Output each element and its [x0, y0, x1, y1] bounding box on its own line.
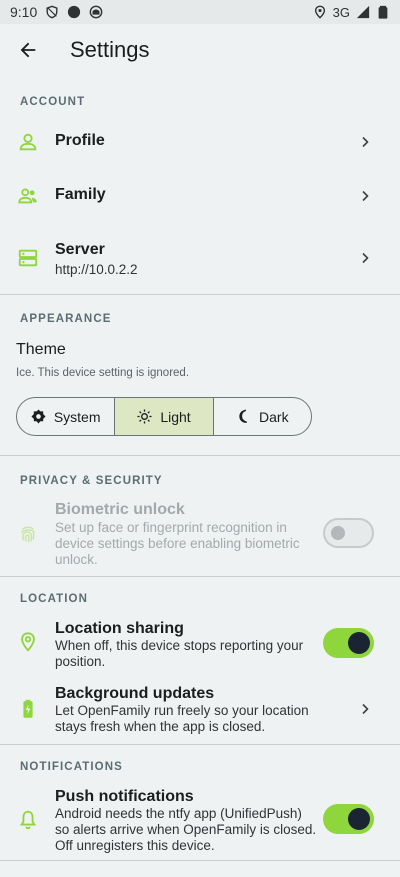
location-sharing-subtitle: When off, this device stops reporting yo…: [55, 638, 304, 669]
divider: [0, 576, 400, 577]
biometric-subtitle: Set up face or fingerprint recognition i…: [55, 520, 300, 567]
bell-icon: [16, 808, 40, 832]
app-bar: Settings: [0, 24, 400, 76]
section-header-account: ACCOUNT: [20, 96, 86, 108]
push-notifications-title: Push notifications: [55, 788, 194, 805]
theme-option-label: Dark: [259, 408, 289, 425]
theme-option-dark[interactable]: Dark: [212, 398, 311, 435]
section-header-location: LOCATION: [20, 593, 88, 605]
battery-charging-icon: [16, 697, 40, 721]
system-theme-icon: [31, 409, 46, 424]
chevron-right-icon: [358, 189, 372, 203]
fingerprint-icon: [16, 522, 40, 546]
chevron-right-icon: [358, 135, 372, 149]
background-updates-title: Background updates: [55, 685, 215, 702]
section-header-appearance: APPEARANCE: [20, 313, 112, 325]
profile-row[interactable]: Profile: [0, 118, 400, 166]
divider: [0, 455, 400, 456]
divider: [0, 860, 400, 861]
divider: [0, 294, 400, 295]
network-type: 3G: [332, 4, 350, 20]
location-pin-icon: [16, 630, 40, 654]
theme-option-system[interactable]: System: [17, 398, 114, 435]
location-sharing-title: Location sharing: [55, 620, 184, 637]
back-button[interactable]: [0, 24, 56, 76]
server-url: http://10.0.2.2: [55, 262, 138, 277]
server-title: Server: [55, 241, 105, 258]
battery-icon: [376, 5, 390, 19]
theme-note: Ice. This device setting is ignored.: [16, 367, 190, 379]
sun-icon: [137, 409, 152, 424]
location-sharing-toggle[interactable]: [323, 628, 374, 658]
page-title: Settings: [70, 37, 150, 62]
family-title: Family: [55, 186, 106, 203]
moon-icon: [239, 409, 247, 423]
profile-title: Profile: [55, 132, 105, 149]
arrow-back-icon: [20, 42, 36, 58]
shield-icon: [45, 5, 59, 19]
section-header-privacy: PRIVACY & SECURITY: [20, 475, 163, 487]
signal-icon: [356, 5, 370, 19]
push-notifications-row: Push notifications Android needs the ntf…: [0, 782, 400, 856]
theme-label: Theme: [16, 341, 66, 358]
chevron-right-icon: [358, 251, 372, 265]
theme-option-label: System: [53, 408, 101, 425]
theme-segmented-control: System Light Dark: [16, 397, 312, 436]
divider: [0, 744, 400, 745]
family-row[interactable]: Family: [0, 172, 400, 220]
status-bar: 9:10 3G: [0, 0, 400, 24]
status-time: 9:10: [10, 4, 38, 20]
biometric-title: Biometric unlock: [55, 501, 185, 518]
location-sharing-row: Location sharing When off, this device s…: [0, 614, 400, 672]
vpn-icon: [89, 5, 103, 19]
server-row[interactable]: Server http://10.0.2.2: [0, 230, 400, 286]
location-pin-icon: [313, 5, 327, 19]
chevron-right-icon: [358, 702, 372, 716]
record-icon: [67, 5, 81, 19]
theme-option-label: Light: [160, 408, 191, 425]
background-updates-row[interactable]: Background updates Let OpenFamily run fr…: [0, 679, 400, 739]
push-notifications-subtitle: Android needs the ntfy app (UnifiedPush)…: [55, 806, 317, 853]
background-updates-subtitle: Let OpenFamily run freely so your locati…: [55, 703, 309, 734]
biometric-toggle: [323, 518, 374, 548]
person-icon: [16, 130, 40, 154]
group-icon: [16, 184, 40, 208]
section-header-notifications: NOTIFICATIONS: [20, 761, 123, 773]
server-icon: [16, 246, 40, 270]
biometric-unlock-row: Biometric unlock Set up face or fingerpr…: [0, 497, 400, 569]
push-notifications-toggle[interactable]: [323, 804, 374, 834]
theme-option-light[interactable]: Light: [114, 398, 213, 435]
